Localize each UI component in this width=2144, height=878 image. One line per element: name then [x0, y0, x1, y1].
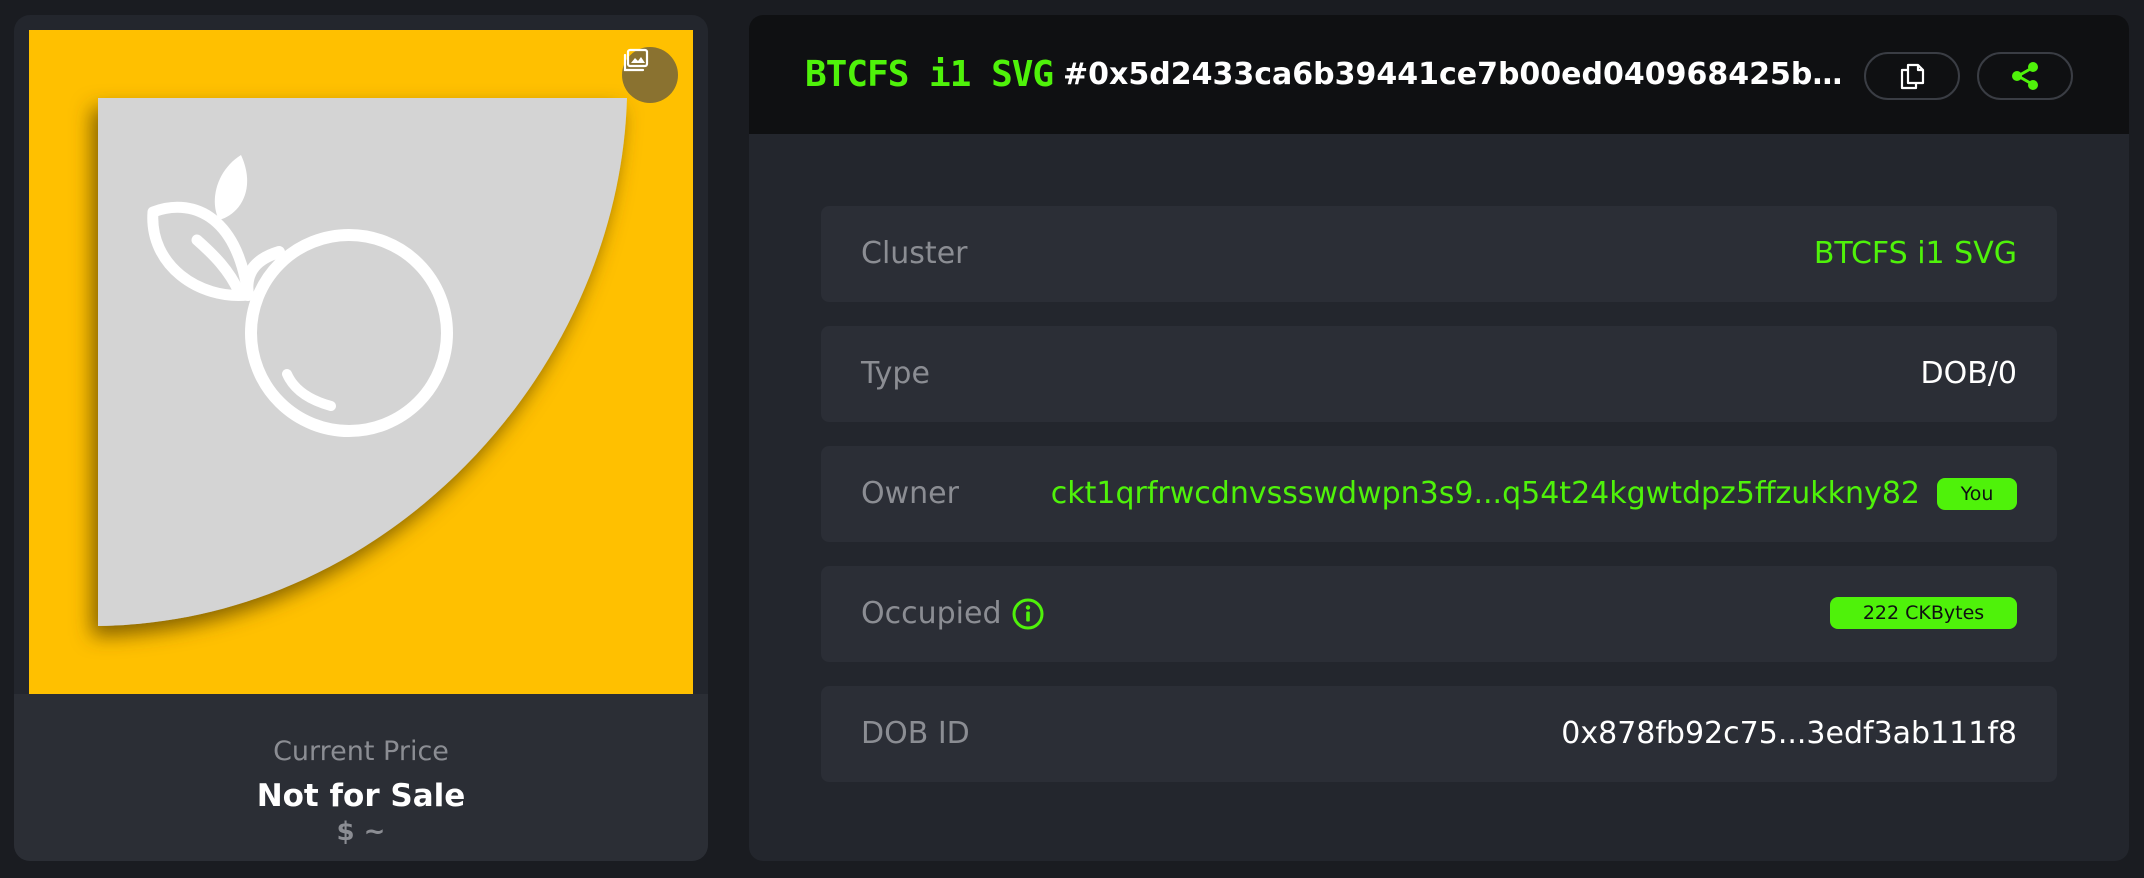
nft-artwork[interactable] [29, 30, 693, 694]
owner-value-group: ckt1qrfrwcdnvssswdwpn3s9...q54t24kgwtdpz… [1051, 476, 2017, 512]
occupied-row: Occupied 222 CKBytes [821, 566, 2057, 662]
share-button[interactable] [1977, 52, 2073, 100]
details-list: Cluster BTCFS i1 SVG Type DOB/0 Owner ck… [821, 206, 2057, 806]
cluster-row: Cluster BTCFS i1 SVG [821, 206, 2057, 302]
type-value: DOB/0 [1920, 356, 2018, 391]
price-section: Current Price Not for Sale $ ~ [14, 694, 708, 861]
details-header: BTCFS i1 SVG #0x5d2433ca6b39441ce7b00ed0… [749, 15, 2129, 134]
gallery-icon [623, 48, 649, 72]
dob-id-value: 0x878fb92c75...3edf3ab111f8 [1561, 716, 2017, 751]
dob-id-label: DOB ID [861, 716, 970, 751]
cluster-title[interactable]: BTCFS i1 SVG [805, 53, 1054, 97]
gallery-button[interactable] [622, 47, 678, 103]
occupied-size-badge: 222 CKBytes [1830, 597, 2017, 629]
price-value: Not for Sale [256, 778, 466, 814]
nft-details-card: BTCFS i1 SVG #0x5d2433ca6b39441ce7b00ed0… [749, 15, 2129, 861]
dob-id-row: DOB ID 0x878fb92c75...3edf3ab111f8 [821, 686, 2057, 782]
owner-label: Owner [861, 476, 959, 511]
nft-preview-card: Current Price Not for Sale $ ~ [14, 15, 708, 861]
cluster-link[interactable]: BTCFS i1 SVG [1814, 236, 2017, 272]
type-row: Type DOB/0 [821, 326, 2057, 422]
type-label: Type [861, 356, 930, 391]
owner-you-badge: You [1937, 478, 2017, 510]
occupied-label: Occupied [861, 596, 1002, 631]
price-label: Current Price [273, 736, 449, 767]
copy-button[interactable] [1864, 52, 1960, 100]
dob-hash: #0x5d2433ca6b39441ce7b00ed040968425b7d1.… [1063, 57, 1853, 92]
owner-row: Owner ckt1qrfrwcdnvssswdwpn3s9...q54t24k… [821, 446, 2057, 542]
fruit-icon [98, 98, 627, 626]
share-icon [2012, 62, 2038, 90]
cluster-label: Cluster [861, 236, 968, 271]
info-icon[interactable] [1011, 597, 1045, 631]
copy-icon [1900, 63, 1925, 90]
price-usd: $ ~ [336, 817, 386, 847]
owner-address-link[interactable]: ckt1qrfrwcdnvssswdwpn3s9...q54t24kgwtdpz… [1051, 476, 1920, 512]
